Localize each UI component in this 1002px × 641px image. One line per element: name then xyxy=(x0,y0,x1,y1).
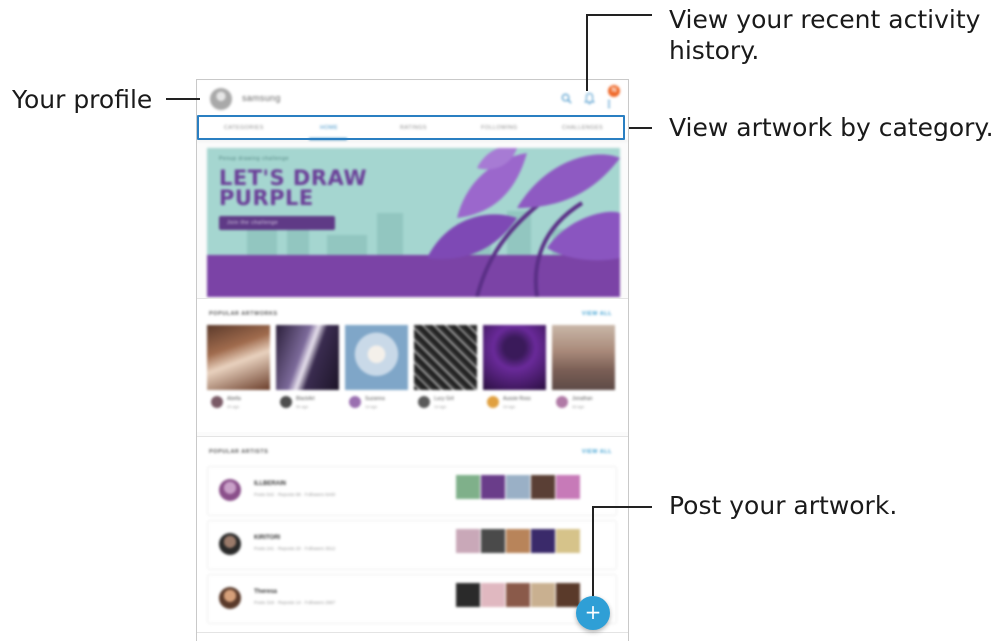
callout-recent-activity: View your recent activity history. xyxy=(669,4,980,66)
bell-icon[interactable] xyxy=(584,92,595,105)
artwork-meta: 2h ago xyxy=(227,404,240,409)
artist-card[interactable]: ILLBERAIN Posts 542 · Reposts 88 · Follo… xyxy=(207,466,617,516)
purple-leaves-illustration xyxy=(427,148,620,297)
post-leader-line-v xyxy=(592,506,594,596)
artwork-card[interactable]: Jonathan 3d ago xyxy=(552,325,615,415)
banner-title-line1: LET'S DRAW xyxy=(219,166,367,190)
artist-avatar xyxy=(219,587,241,609)
artwork-meta: 3d ago xyxy=(572,404,585,409)
artist-thumbnail[interactable] xyxy=(556,529,580,553)
artwork-card[interactable]: Lucy Gril 1d ago xyxy=(414,325,477,415)
artwork-image[interactable] xyxy=(414,325,477,390)
artist-avatar xyxy=(487,396,499,408)
profile-leader-line xyxy=(166,98,200,100)
profile-username[interactable]: samsung xyxy=(242,93,281,103)
artist-avatar xyxy=(211,396,223,408)
callout-recent-activity-line2: history. xyxy=(669,36,760,65)
artwork-artist-name: Lucy Gril xyxy=(434,396,454,402)
artist-thumbnail[interactable] xyxy=(556,583,580,607)
artwork-image[interactable] xyxy=(483,325,546,390)
artist-avatar xyxy=(219,479,241,501)
artwork-artist-name: Jonathan xyxy=(572,396,593,402)
notification-badge: N xyxy=(608,85,620,97)
banner-kicker: Penup drawing challenge xyxy=(219,156,289,162)
artist-thumbnail[interactable] xyxy=(456,583,480,607)
app-bar: samsung N xyxy=(197,80,628,117)
banner-join-button[interactable]: Join the challenge xyxy=(219,216,335,230)
artwork-card[interactable]: Abella 2h ago xyxy=(207,325,270,415)
artwork-meta: 2d ago xyxy=(503,404,516,409)
artist-thumbnail[interactable] xyxy=(481,529,505,553)
artwork-image[interactable] xyxy=(552,325,615,390)
artwork-artist-name: Abella xyxy=(227,396,241,402)
artist-avatar xyxy=(418,396,430,408)
artwork-image[interactable] xyxy=(345,325,408,390)
artist-name: Theresa xyxy=(254,589,278,595)
artist-thumbnail[interactable] xyxy=(456,529,480,553)
popular-artists-title: POPULAR ARTISTS xyxy=(209,449,269,455)
artist-thumbnail[interactable] xyxy=(456,475,480,499)
callout-recent-activity-line1: View your recent activity xyxy=(669,5,981,34)
popular-artworks-view-all[interactable]: VIEW ALL xyxy=(582,311,612,317)
artwork-meta: 1d ago xyxy=(365,404,378,409)
artist-name: ILLBERAIN xyxy=(254,481,286,487)
artwork-artist-name: Aussie Ross xyxy=(503,396,531,402)
artwork-meta: 1d ago xyxy=(434,404,447,409)
artist-card[interactable]: KIRITORI Posts 241 · Reposts 20 · Follow… xyxy=(207,520,617,570)
callout-view-by-category: View artwork by category. xyxy=(669,113,994,142)
app-screen: samsung N Categories Home Ratings Follow… xyxy=(196,79,629,641)
artist-stats: Posts 241 · Reposts 20 · Followers 3512 xyxy=(254,546,336,551)
banner-title: LET'S DRAW PURPLE xyxy=(219,166,367,210)
artist-thumbnail[interactable] xyxy=(556,475,580,499)
artist-thumbnail[interactable] xyxy=(481,475,505,499)
artist-thumbnail[interactable] xyxy=(531,475,555,499)
artist-thumbnail[interactable] xyxy=(506,475,530,499)
artwork-card[interactable]: Suzanna 1d ago xyxy=(345,325,408,415)
callout-your-profile: Your profile xyxy=(12,85,153,114)
artwork-artist-name: Suzanna xyxy=(365,396,385,402)
artwork-image[interactable] xyxy=(207,325,270,390)
plus-icon: + xyxy=(584,600,602,624)
artist-thumbnail[interactable] xyxy=(506,529,530,553)
artist-stats: Posts 318 · Reposts 14 · Followers 2987 xyxy=(254,600,336,605)
post-leader-line-h xyxy=(592,506,652,508)
callout-post-artwork: Post your artwork. xyxy=(669,491,898,520)
artwork-card[interactable]: Aussie Ross 2d ago xyxy=(483,325,546,415)
artist-name: KIRITORI xyxy=(254,535,281,541)
artwork-card[interactable]: BlackArt 5h ago xyxy=(276,325,339,415)
artist-avatar xyxy=(280,396,292,408)
banner-title-line2: PURPLE xyxy=(219,186,314,210)
profile-avatar[interactable] xyxy=(210,88,232,110)
category-leader-line xyxy=(629,127,652,129)
search-icon[interactable] xyxy=(561,93,572,104)
artist-thumbnail[interactable] xyxy=(531,529,555,553)
artist-thumbnail[interactable] xyxy=(506,583,530,607)
artist-avatar xyxy=(556,396,568,408)
category-tabs-highlight xyxy=(197,115,625,140)
post-artwork-button[interactable]: + xyxy=(576,596,610,630)
artwork-image[interactable] xyxy=(276,325,339,390)
challenge-banner[interactable]: Penup drawing challenge LET'S DRAW PURPL… xyxy=(207,148,620,297)
artist-thumbnail[interactable] xyxy=(481,583,505,607)
artist-avatar xyxy=(219,533,241,555)
artwork-artist-name: BlackArt xyxy=(296,396,315,402)
activity-leader-line-h xyxy=(586,14,652,16)
artist-card[interactable]: Theresa Posts 318 · Reposts 14 · Followe… xyxy=(207,574,617,624)
artist-stats: Posts 542 · Reposts 88 · Followers 6440 xyxy=(254,492,336,497)
artist-avatar xyxy=(349,396,361,408)
activity-leader-line-v xyxy=(586,14,588,91)
next-section-edge xyxy=(197,632,628,641)
artwork-meta: 5h ago xyxy=(296,404,309,409)
popular-artworks-title: POPULAR ARTWORKS xyxy=(209,311,278,317)
popular-artists-view-all[interactable]: VIEW ALL xyxy=(582,449,612,455)
artist-thumbnail[interactable] xyxy=(531,583,555,607)
